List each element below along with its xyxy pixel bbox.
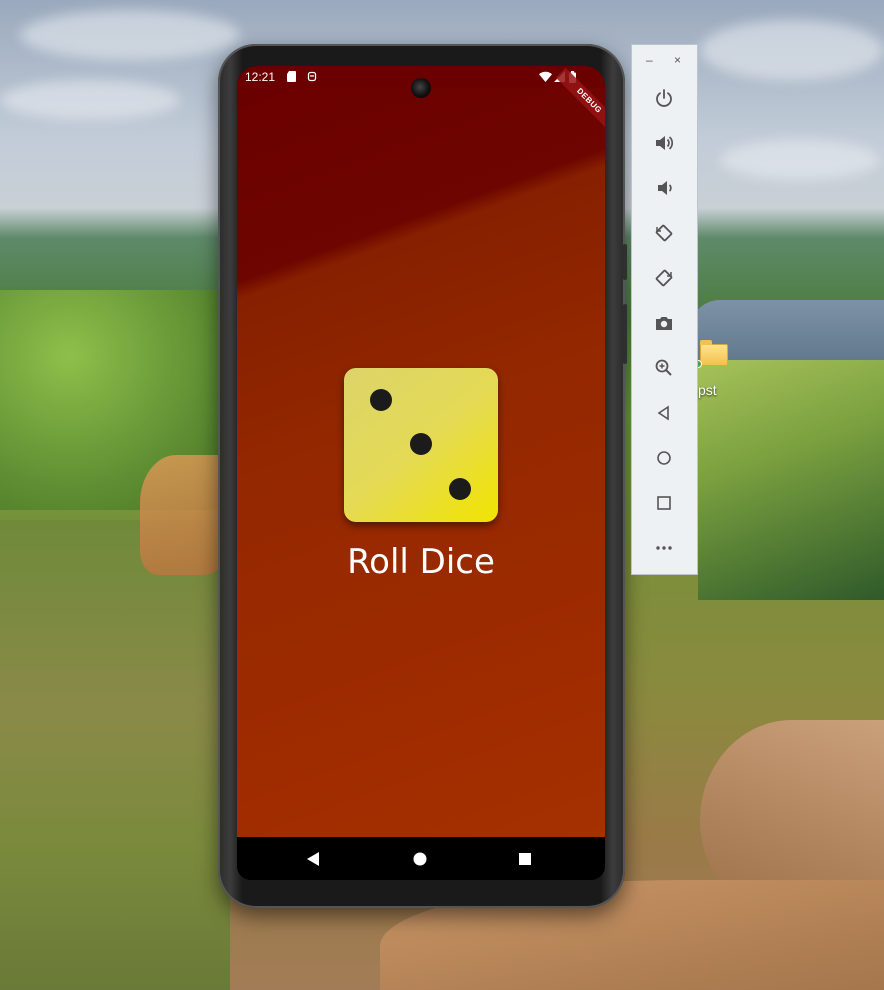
phone-screen: 12:21 DEBUG Roll Dice [237,66,605,880]
toolbar-back-button[interactable] [648,397,680,429]
cloud [720,140,880,180]
phone-volume-key [623,304,627,364]
desktop-shortcut[interactable]: pst [692,340,732,400]
sd-card-icon [287,71,297,85]
rotate-left-button[interactable] [648,217,680,249]
navigation-bar [237,837,605,880]
minimize-button[interactable]: – [646,53,653,67]
back-button[interactable] [304,849,324,869]
toolbar-home-button[interactable] [648,442,680,474]
recents-square-icon [519,853,531,865]
toolbar-window-controls: – × [632,53,697,69]
camera-icon [656,317,672,330]
screenshot-button[interactable] [648,307,680,339]
home-circle-icon [413,852,427,866]
dice-pip [410,433,432,455]
close-button[interactable]: × [674,53,681,67]
app-body: DEBUG Roll Dice [237,67,605,837]
dice-button[interactable] [344,368,498,522]
cloud [0,80,180,120]
volume-down-icon [658,181,672,195]
dirt-trail [140,455,230,575]
phone-frame: 12:21 DEBUG Roll Dice [218,44,627,908]
rotate-right-button[interactable] [648,262,680,294]
volume-up-icon [656,136,674,150]
folder-icon [700,340,728,366]
emulator-toolbar: – × [631,44,698,575]
phone-power-key [623,244,627,280]
cloud [20,10,240,60]
home-icon [657,451,671,465]
volume-down-button[interactable] [648,172,680,204]
dice-pip [449,478,471,500]
home-button[interactable] [410,849,430,869]
cloud [700,20,884,80]
back-triangle-icon [307,852,319,866]
dice-pip [370,389,392,411]
zoom-button[interactable] [648,352,680,384]
status-time: 12:21 [245,70,276,84]
zoom-in-icon [655,359,672,376]
power-button[interactable] [648,82,680,114]
front-camera [411,78,431,98]
overview-icon [657,496,671,510]
roll-dice-label[interactable]: Roll Dice [237,542,605,582]
recents-button[interactable] [515,849,535,869]
notification-icon [307,71,317,85]
rotate-right-icon [655,269,673,287]
desktop-shortcut-label: pst [698,382,717,398]
more-icon [656,546,672,550]
wifi-icon [539,71,552,85]
toolbar-overview-button[interactable] [648,487,680,519]
more-button[interactable] [648,532,680,564]
grass-slope [0,520,230,990]
volume-up-button[interactable] [648,127,680,159]
rotate-left-icon [655,224,673,242]
back-icon [657,405,669,421]
power-icon [656,89,672,107]
